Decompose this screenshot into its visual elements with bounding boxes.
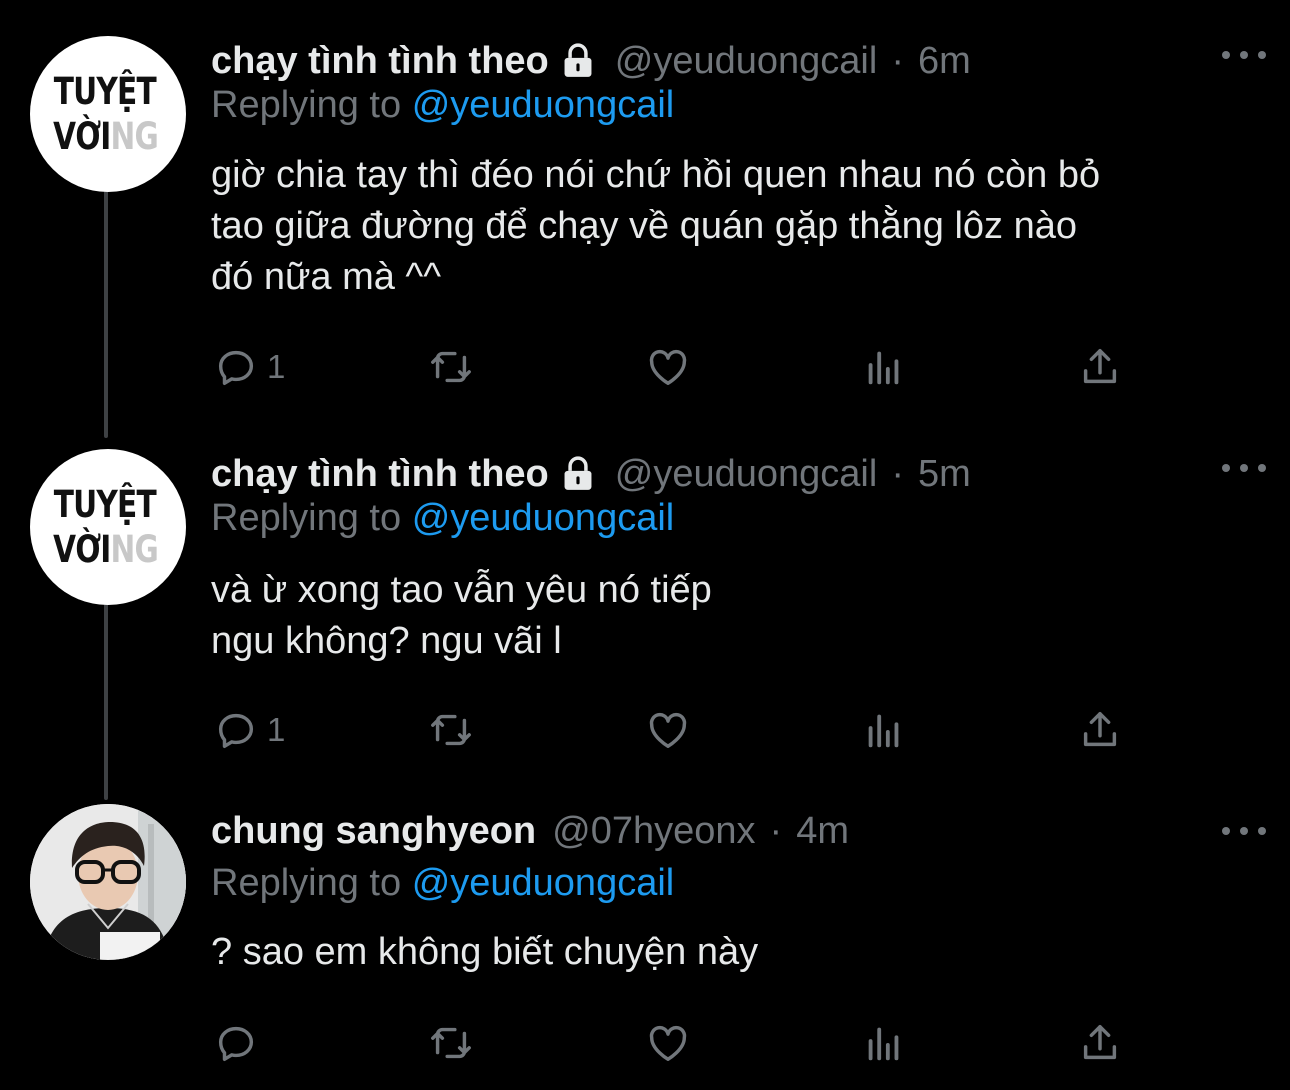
retweet-icon [431,1027,471,1059]
mention-link[interactable]: @yeuduongcail [412,862,675,904]
tweet-header: chạy tình tình theo @yeuduongcail · 6m [211,38,1250,84]
mention-link[interactable]: @yeuduongcail [412,497,675,539]
analytics-button[interactable] [861,705,907,755]
like-icon [649,349,687,386]
timestamp[interactable]: 6m [918,40,971,83]
separator-dot: · [769,809,783,852]
tweet-header: chạy tình tình theo @yeuduongcail · 5m [211,451,1250,497]
handle[interactable]: @yeuduongcail [615,453,878,496]
separator-dot: · [891,39,904,82]
tweet-header: chung sanghyeon @07hyeonx · 4m [211,808,1250,854]
share-button[interactable] [1077,705,1123,755]
share-icon [1083,1024,1117,1060]
reply-button[interactable]: 1 [213,342,285,392]
tweet-text: ? sao em không biết chuyện này [211,931,759,973]
share-button[interactable] [1077,342,1123,392]
share-icon [1083,711,1117,747]
analytics-button[interactable] [861,342,907,392]
more-options-icon[interactable] [1222,45,1266,65]
action-bar [0,1018,1290,1068]
reply-prefix: Replying to [211,497,402,539]
share-icon [1083,348,1117,384]
avatar-text-main: VỜI [53,528,112,571]
handle[interactable]: @yeuduongcail [615,40,878,83]
like-button[interactable] [645,705,691,755]
reply-icon [218,1026,254,1062]
reply-button[interactable] [213,1018,259,1068]
display-name[interactable]: chạy tình tình theo [211,453,549,496]
analytics-button[interactable] [861,1018,907,1068]
avatar-text-line1: TUYỆT [53,70,157,113]
mention-link[interactable]: @yeuduongcail [412,84,675,126]
more-options-icon[interactable] [1222,821,1266,841]
lock-icon [564,43,592,77]
retweet-button[interactable] [428,342,474,392]
reply-icon [218,713,254,749]
profile-photo [30,804,186,960]
lock-icon [564,456,592,490]
analytics-icon [868,1027,899,1061]
separator-dot: · [891,452,904,495]
avatar-text-main: VỜI [53,115,112,158]
avatar-text-faded: NG [110,528,159,571]
reply-prefix: Replying to [211,862,402,904]
handle[interactable]: @07hyeonx [552,810,755,853]
retweet-button[interactable] [428,705,474,755]
reply-count: 1 [267,348,286,385]
avatar-text-line2: VỜING [53,528,160,571]
tweet-text: giờ chia tay thì đéo nói chứ hồi quen nh… [211,154,1101,298]
action-bar: 1 [0,342,1290,392]
like-icon [649,712,687,749]
thread-connector [104,600,108,800]
replying-to: Replying to @yeuduongcail [211,497,674,540]
retweet-icon [431,351,471,383]
avatar[interactable]: TUYỆT VỜING [30,36,186,192]
display-name[interactable]: chung sanghyeon [211,810,536,853]
like-icon [649,1025,687,1062]
replying-to: Replying to @yeuduongcail [211,862,674,905]
analytics-icon [868,351,899,385]
like-button[interactable] [645,342,691,392]
thread-connector [104,190,108,438]
retweet-button[interactable] [428,1018,474,1068]
share-button[interactable] [1077,1018,1123,1068]
avatar-text-line2: VỜING [53,115,160,158]
avatar-text-faded: NG [110,115,159,158]
reply-icon [218,350,254,386]
more-options-icon[interactable] [1222,458,1266,478]
action-bar: 1 [0,705,1290,755]
avatar[interactable]: TUYỆT VỜING [30,449,186,605]
avatar-text-line1: TUYỆT [53,483,157,526]
avatar[interactable] [30,804,186,960]
timestamp[interactable]: 5m [918,453,971,496]
like-button[interactable] [645,1018,691,1068]
reply-prefix: Replying to [211,84,402,126]
timestamp[interactable]: 4m [796,810,849,853]
analytics-icon [868,714,899,748]
retweet-icon [431,714,471,746]
reply-count: 1 [267,711,286,748]
display-name[interactable]: chạy tình tình theo [211,40,549,83]
tweet-text: và ừ xong tao vẫn yêu nó tiếp ngu không?… [211,569,712,662]
replying-to: Replying to @yeuduongcail [211,84,674,127]
reply-button[interactable]: 1 [213,705,285,755]
